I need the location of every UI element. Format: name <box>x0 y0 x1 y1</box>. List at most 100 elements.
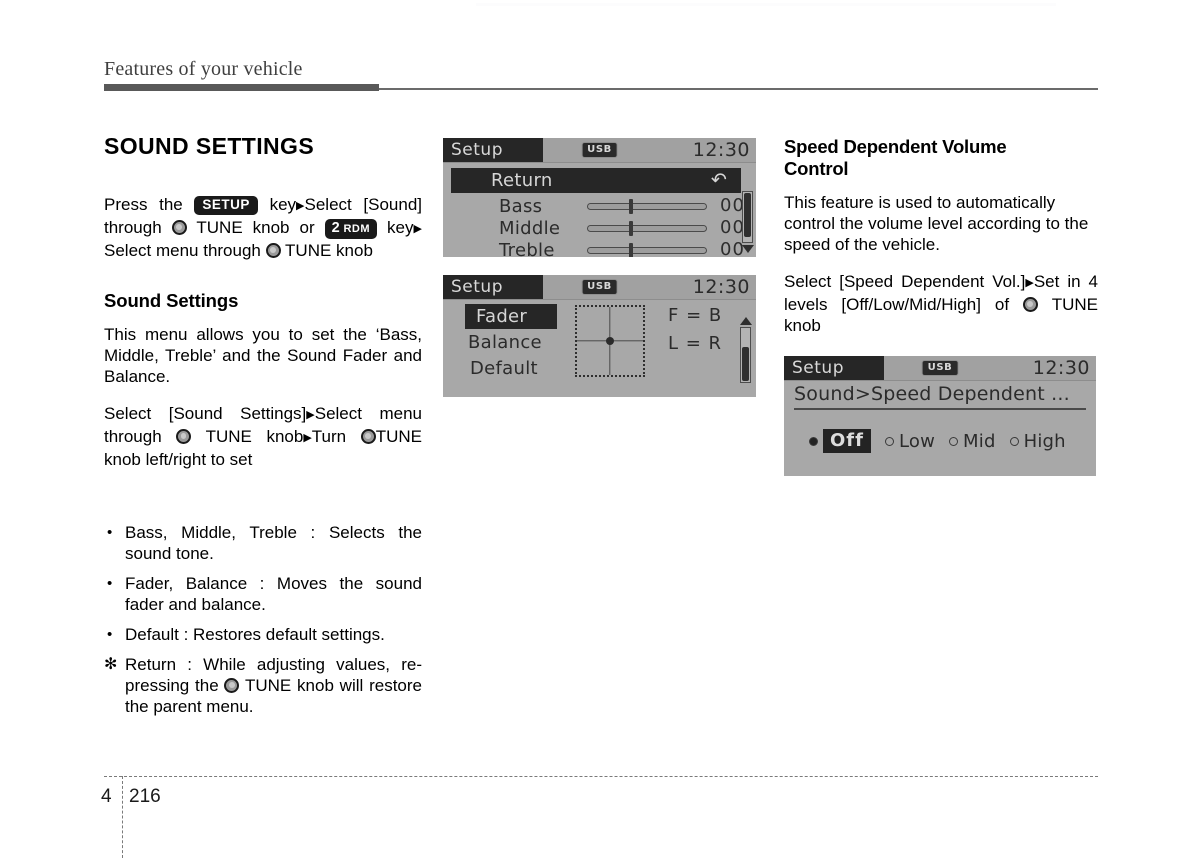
step-arrow-icon: ▶ <box>296 200 305 212</box>
step-arrow-icon-4: ▶ <box>303 432 312 444</box>
radio-option-low[interactable]: Low <box>884 430 936 452</box>
list-item: • Fader, Balance : Moves the sound fader… <box>104 573 422 615</box>
treble-slider-track[interactable] <box>587 247 707 254</box>
lcd-menu-body-2: Fader Balance Default F = B L = R <box>443 300 756 397</box>
speed-volume-heading-line1: Speed Dependent Volume <box>784 136 1007 157</box>
lcd-menu-body: Return ↶ Bass 00 Middle 00 Treble 00 <box>443 163 756 257</box>
intro-text-5: key <box>387 218 414 237</box>
menu-item-balance[interactable]: Balance <box>468 332 542 353</box>
bullet-marker-icon: • <box>107 625 113 643</box>
lcd-screen-title-3: Setup <box>784 356 884 380</box>
asterisk-marker-icon: ✻ <box>104 656 118 673</box>
radio-option-high[interactable]: High <box>1009 430 1066 452</box>
list-item-note: ✻ Return : While adjusting values, re-pr… <box>104 654 422 717</box>
header-rule-thick <box>104 84 379 91</box>
tune-knob-icon-3 <box>176 429 192 444</box>
lcd-scrollbar-thumb-2[interactable] <box>741 347 749 381</box>
tune-knob-icon-6 <box>1023 297 1039 312</box>
header-rule-thin <box>379 88 1098 90</box>
chapter-title: Features of your vehicle <box>104 58 303 80</box>
radio-option-off[interactable]: Off <box>809 429 871 453</box>
sound-settings-paragraph: This menu allows you to set the ‘Bass, M… <box>104 325 422 386</box>
middle-slider-thumb[interactable] <box>629 221 633 236</box>
setup-key-badge[interactable]: SETUP <box>194 196 258 215</box>
lcd-title-bar-3: Setup USB 12:30 <box>784 356 1096 381</box>
breadcrumb-underline <box>794 408 1086 410</box>
right-column: Speed Dependent Volume Control This feat… <box>784 136 1098 476</box>
step-text-4: Turn <box>311 427 347 446</box>
lcd-title-bar: Setup USB 12:30 <box>443 138 756 163</box>
fader-balance-pad[interactable] <box>575 305 645 377</box>
list-item-text: Default : Restores default settings. <box>125 625 385 644</box>
radio-mark-mid-icon <box>949 436 959 446</box>
menu-item-fader[interactable]: Fader <box>476 306 527 327</box>
speed-volume-heading: Speed Dependent Volume Control <box>784 136 1098 180</box>
list-item-text: Bass, Middle, Treble : Selects the sound… <box>125 523 422 563</box>
lcd-screen-speed-dependent[interactable]: Setup USB 12:30 Sound>Speed Dependent ..… <box>784 356 1096 476</box>
radio-label-off: Off <box>823 429 871 453</box>
radio-label-high: High <box>1023 430 1066 452</box>
lcd-screen-sound-settings[interactable]: Setup USB 12:30 Return ↶ Bass 00 Middle … <box>443 138 756 257</box>
top-edge-artifact <box>476 3 1056 6</box>
radio-option-mid[interactable]: Mid <box>949 431 996 452</box>
fader-readout: F = B <box>668 305 723 326</box>
lcd-title-bar-2: Setup USB 12:30 <box>443 275 756 300</box>
tune-knob-icon <box>171 220 187 235</box>
fader-position-marker[interactable] <box>606 337 614 345</box>
return-arrow-icon: ↶ <box>711 169 727 191</box>
intro-text-6: Select menu through <box>104 241 261 260</box>
lcd-screen-title-2: Setup <box>443 275 543 299</box>
step-arrow-icon-3: ▶ <box>306 409 315 421</box>
usb-source-badge-2: USB <box>581 279 618 295</box>
scroll-up-arrow-icon[interactable] <box>740 317 752 325</box>
radio-label-mid: Mid <box>963 430 996 452</box>
bass-slider-thumb[interactable] <box>629 199 633 214</box>
intro-paragraph: Press the SETUP key▶Select [Sound] throu… <box>104 194 422 261</box>
lcd-scrollbar-2[interactable] <box>740 327 751 383</box>
lcd-menu-body-3: Sound>Speed Dependent ... Off Low Mid Hi… <box>784 381 1096 476</box>
treble-slider-thumb[interactable] <box>629 243 633 257</box>
usb-source-badge-3: USB <box>921 360 959 376</box>
step-text-1: Select [Sound Settings] <box>104 404 307 423</box>
lcd-screen-title: Setup <box>443 138 543 162</box>
radio-mark-low-icon <box>884 436 894 446</box>
radio-mark-high-icon <box>1009 436 1019 446</box>
bullet-marker-icon: • <box>107 523 113 541</box>
breadcrumb: Sound>Speed Dependent ... <box>794 383 1070 405</box>
menu-item-treble[interactable]: Treble <box>499 240 555 257</box>
step-arrow-icon-5: ▶ <box>1025 277 1034 289</box>
rdm-key-number: 2 <box>331 220 340 236</box>
lcd-scrollbar-thumb[interactable] <box>743 193 751 237</box>
menu-item-return[interactable]: Return <box>491 170 553 191</box>
page-header: Features of your vehicle <box>104 56 1098 91</box>
page-title: SOUND SETTINGS <box>104 133 315 159</box>
radio-label-low: Low <box>898 430 936 452</box>
list-item: • Default : Restores default settings. <box>104 624 422 645</box>
bass-slider-track[interactable] <box>587 203 707 210</box>
tune-knob-icon-5 <box>224 678 240 693</box>
step-arrow-icon-2: ▶ <box>413 223 422 235</box>
speed-level-radio-group[interactable]: Off Low Mid High <box>809 429 1080 453</box>
intro-text-4: TUNE knob or <box>196 218 315 237</box>
middle-slider-track[interactable] <box>587 225 707 232</box>
balance-readout: L = R <box>668 333 723 354</box>
menu-item-bass[interactable]: Bass <box>499 196 542 217</box>
middle-column: Setup USB 12:30 Return ↶ Bass 00 Middle … <box>443 138 758 397</box>
speed-step-text-1: Select [Speed Dependent Vol.] <box>784 272 1026 291</box>
menu-item-default[interactable]: Default <box>470 358 538 379</box>
radio-mark-off-icon <box>809 436 818 446</box>
header-rule <box>104 84 1098 91</box>
menu-item-middle[interactable]: Middle <box>499 218 560 239</box>
speed-volume-paragraph: This feature is used to automatically co… <box>784 193 1089 254</box>
intro-text-1: Press the <box>104 195 183 214</box>
lcd-scrollbar[interactable] <box>742 191 753 243</box>
footer-vertical-divider <box>122 776 123 858</box>
scroll-down-arrow-icon[interactable] <box>742 245 754 253</box>
bullet-marker-icon: • <box>107 574 113 592</box>
footer-horizontal-divider <box>104 776 1098 777</box>
lcd-clock: 12:30 <box>692 139 750 161</box>
usb-source-badge: USB <box>581 142 618 158</box>
rdm-key-badge[interactable]: 2 RDM <box>324 219 378 239</box>
lcd-screen-fader-balance[interactable]: Setup USB 12:30 Fader Balance Default F … <box>443 275 756 397</box>
list-item: • Bass, Middle, Treble : Selects the sou… <box>104 522 422 564</box>
